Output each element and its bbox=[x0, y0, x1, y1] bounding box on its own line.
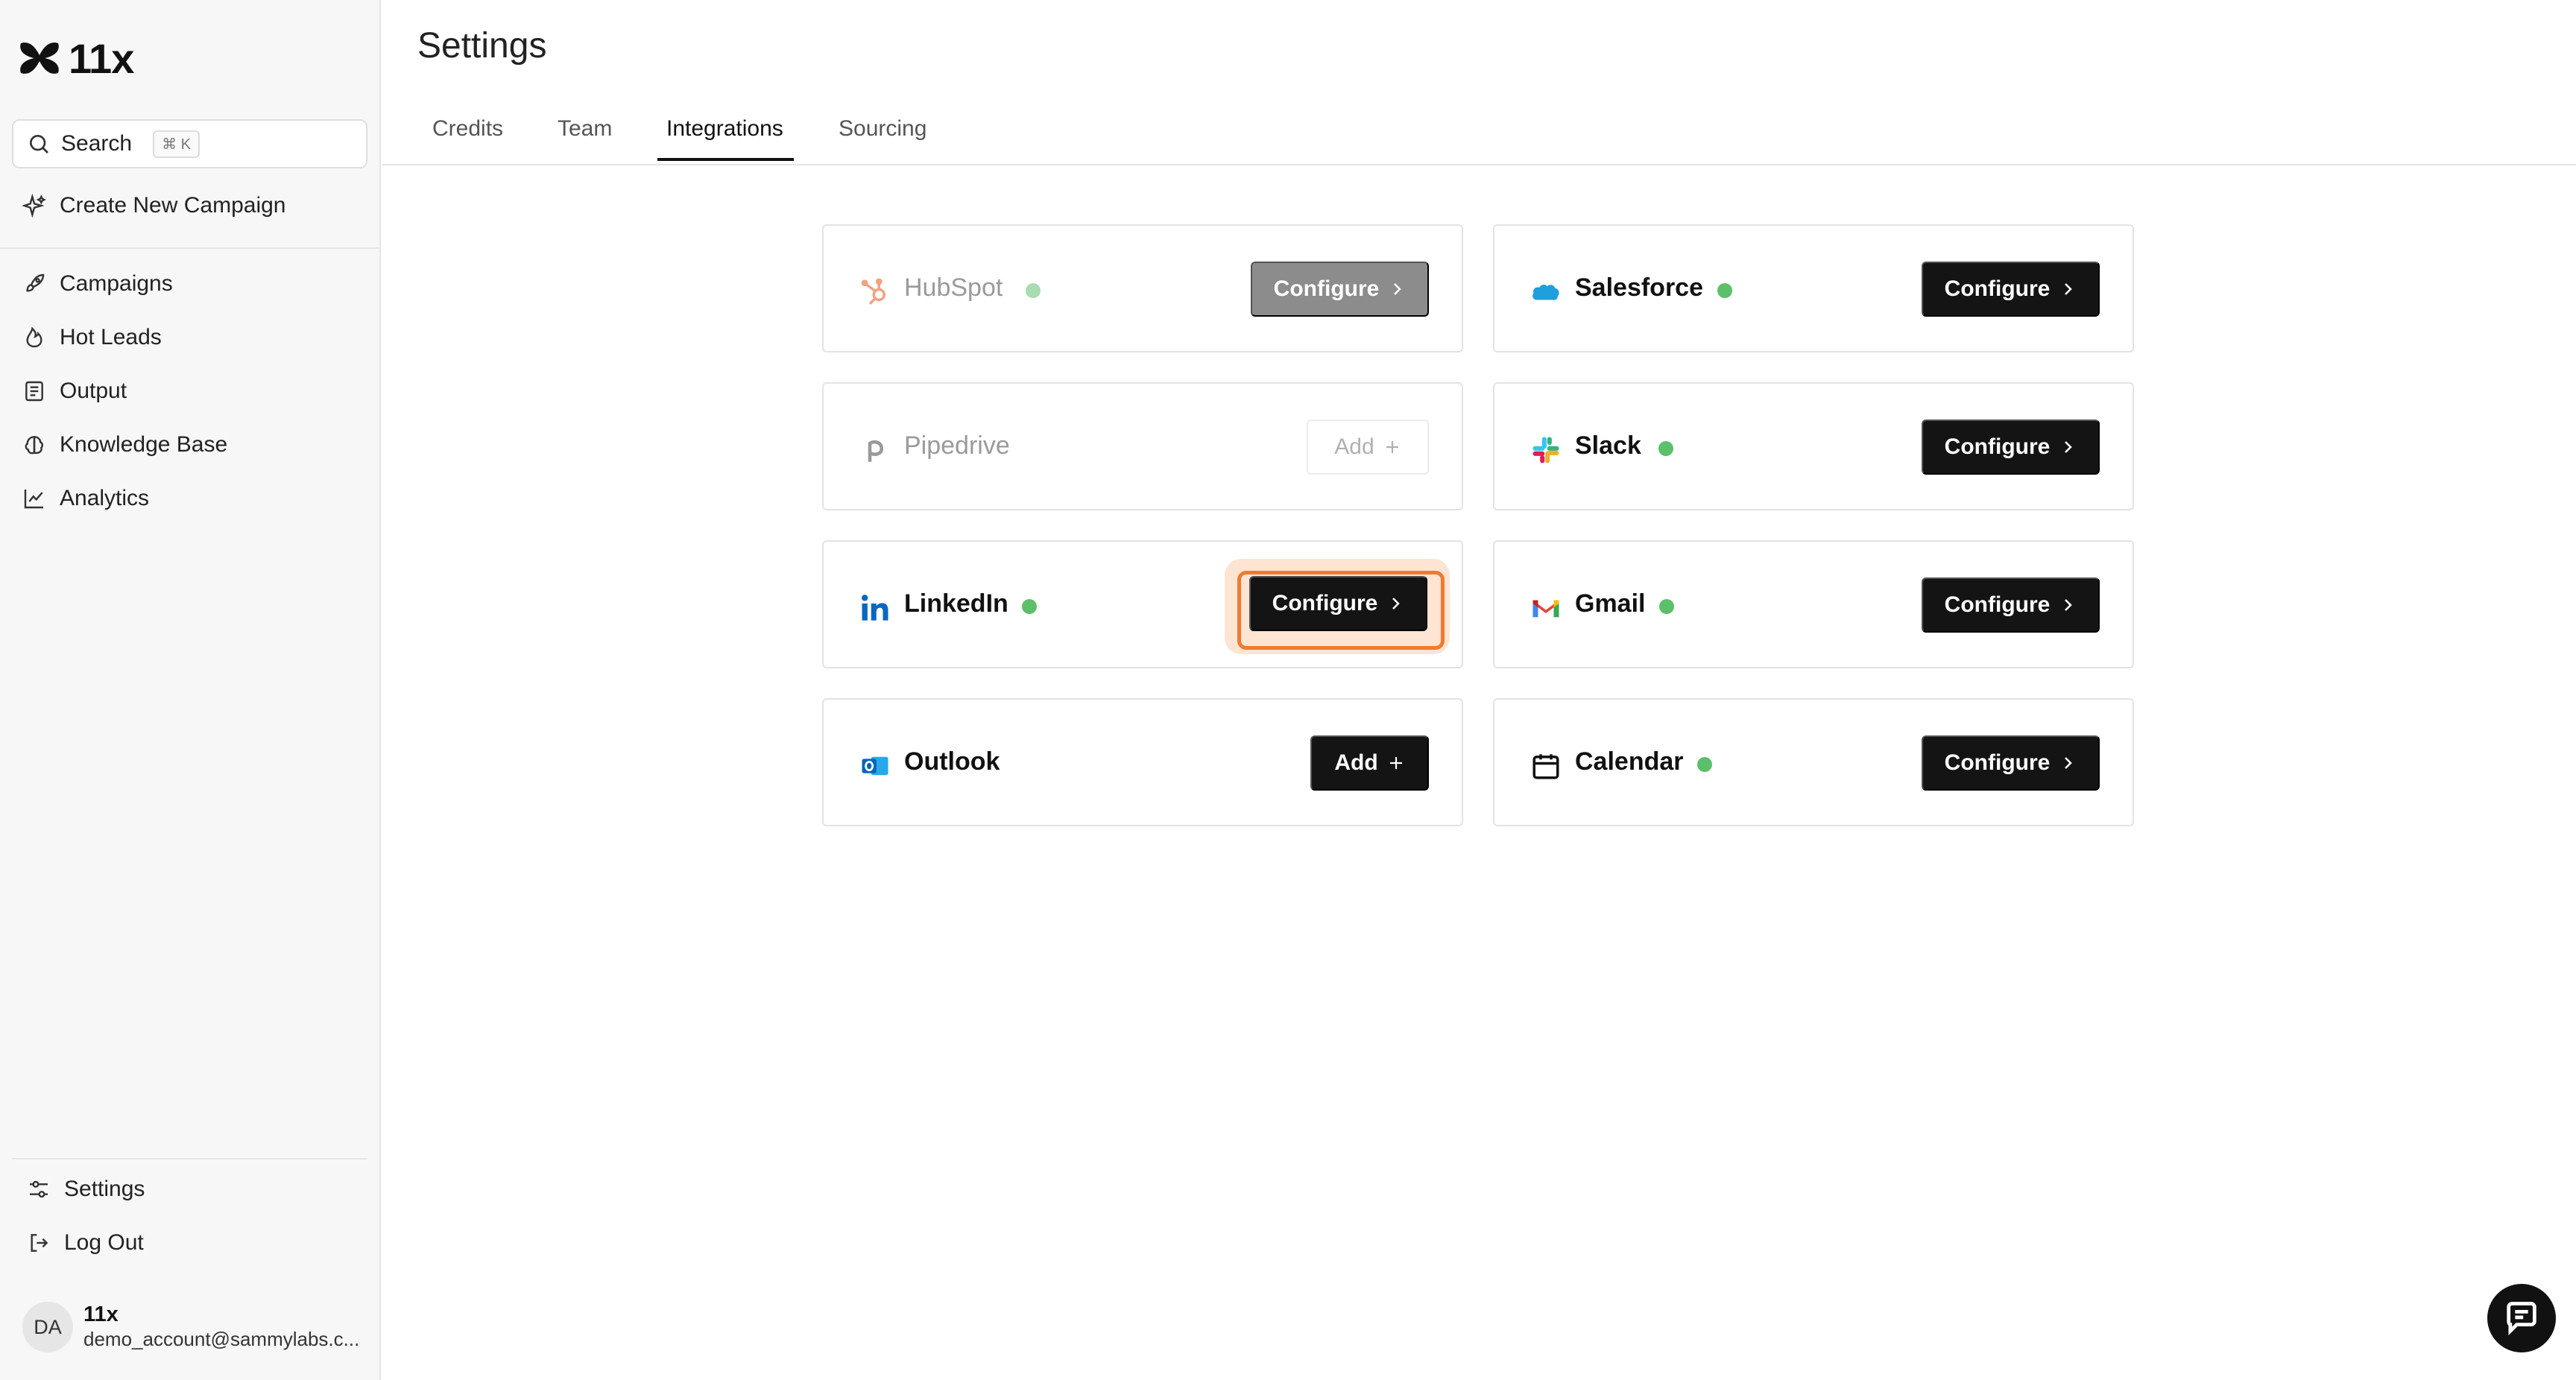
integration-name: Pipedrive bbox=[904, 431, 1010, 460]
integration-card-gmail: Gmail Configure bbox=[1493, 540, 2134, 668]
tab-integrations[interactable]: Integrations bbox=[666, 116, 783, 164]
chat-launcher-button[interactable] bbox=[2487, 1284, 2556, 1352]
status-indicator bbox=[1717, 283, 1732, 298]
sidebar-item-settings[interactable]: Settings bbox=[27, 1171, 145, 1207]
tab-sourcing[interactable]: Sourcing bbox=[839, 116, 926, 164]
gmail-configure-button[interactable]: Configure bbox=[1922, 577, 2100, 633]
outlook-add-button[interactable]: Add bbox=[1310, 735, 1429, 791]
salesforce-configure-button[interactable]: Configure bbox=[1922, 262, 2100, 317]
logout-button[interactable]: Log Out bbox=[27, 1225, 144, 1261]
flame-icon bbox=[26, 326, 42, 348]
chevron-right-icon bbox=[2065, 757, 2073, 769]
button-label: Add bbox=[1334, 750, 1378, 775]
outlook-icon bbox=[859, 750, 891, 782]
chevron-right-icon bbox=[2065, 599, 2073, 611]
sidebar-item-label: Hot Leads bbox=[60, 325, 162, 349]
settings-tabs: Credits Team Integrations Sourcing bbox=[382, 109, 2576, 165]
button-label: Configure bbox=[1272, 591, 1378, 615]
sliders-icon bbox=[30, 1180, 48, 1198]
search-label: Search bbox=[61, 131, 133, 156]
logout-icon bbox=[31, 1234, 48, 1252]
integration-name: Slack bbox=[1575, 431, 1641, 460]
sidebar-item-label: Analytics bbox=[60, 486, 150, 510]
account-email: demo_account@sammylabs.c... bbox=[83, 1328, 359, 1350]
chevron-right-icon bbox=[2065, 441, 2073, 453]
calendar-icon bbox=[1530, 750, 1562, 782]
pipedrive-add-button[interactable]: Add bbox=[1307, 420, 1429, 475]
button-label: Configure bbox=[1273, 276, 1380, 301]
integration-card-pipedrive: Pipedrive Add bbox=[822, 382, 1463, 510]
hubspot-icon bbox=[859, 276, 891, 308]
integration-card-salesforce: Salesforce Configure bbox=[1493, 224, 2134, 352]
chevron-right-icon bbox=[2065, 283, 2073, 295]
sidebar-divider bbox=[12, 1158, 367, 1159]
button-label: Configure bbox=[1944, 750, 2051, 775]
search-shortcut: ⌘ K bbox=[153, 130, 200, 158]
sidebar-divider bbox=[0, 247, 381, 249]
account-name: 11x bbox=[83, 1303, 119, 1326]
status-indicator bbox=[1658, 441, 1673, 456]
plus-icon bbox=[1386, 441, 1398, 453]
chevron-right-icon bbox=[1394, 283, 1402, 295]
status-indicator bbox=[1659, 599, 1674, 614]
linkedin-configure-button[interactable]: Configure bbox=[1249, 576, 1427, 631]
sidebar-item-analytics[interactable]: Analytics bbox=[22, 481, 149, 516]
integration-name: Calendar bbox=[1575, 747, 1684, 776]
status-indicator bbox=[1026, 283, 1041, 298]
integration-name: Salesforce bbox=[1575, 273, 1703, 302]
salesforce-icon bbox=[1530, 276, 1562, 308]
active-tab-indicator bbox=[657, 158, 794, 161]
chat-icon bbox=[2507, 1302, 2536, 1336]
logo-text: 11x bbox=[69, 34, 134, 82]
integration-name: LinkedIn bbox=[904, 589, 1008, 618]
search-input[interactable]: Search ⌘ K bbox=[12, 119, 367, 168]
brain-icon bbox=[25, 436, 43, 455]
button-label: Configure bbox=[1944, 592, 2051, 617]
button-label: Add bbox=[1334, 434, 1374, 459]
sidebar-item-label: Settings bbox=[64, 1177, 145, 1201]
sidebar-item-hot-leads[interactable]: Hot Leads bbox=[22, 320, 162, 355]
logo-mark-icon bbox=[20, 42, 59, 74]
list-icon bbox=[25, 381, 43, 402]
create-campaign-button[interactable]: Create New Campaign bbox=[22, 188, 285, 224]
create-campaign-label: Create New Campaign bbox=[60, 193, 286, 218]
sparkle-icon bbox=[22, 194, 46, 218]
linkedin-icon bbox=[859, 592, 891, 624]
sidebar-item-label: Campaigns bbox=[60, 271, 173, 296]
status-indicator bbox=[1022, 599, 1037, 614]
page-title: Settings bbox=[417, 26, 547, 66]
sidebar-item-output[interactable]: Output bbox=[22, 373, 127, 409]
hubspot-configure-button[interactable]: Configure bbox=[1251, 262, 1429, 317]
slack-configure-button[interactable]: Configure bbox=[1922, 420, 2100, 475]
chart-line-icon bbox=[24, 490, 43, 509]
sidebar-item-knowledge-base[interactable]: Knowledge Base bbox=[22, 427, 227, 463]
integration-card-hubspot: HubSpot Configure bbox=[822, 224, 1463, 352]
integration-card-outlook: Outlook Add bbox=[822, 698, 1463, 826]
integration-card-slack: Slack Configure bbox=[1493, 382, 2134, 510]
button-label: Configure bbox=[1944, 276, 2051, 301]
sidebar-item-label: Knowledge Base bbox=[60, 432, 228, 457]
gmail-icon bbox=[1530, 592, 1562, 624]
search-icon bbox=[27, 132, 51, 156]
tab-team[interactable]: Team bbox=[558, 116, 612, 164]
button-label: Configure bbox=[1944, 434, 2051, 459]
app-logo[interactable]: 11x bbox=[16, 34, 134, 82]
integration-card-calendar: Calendar Configure bbox=[1493, 698, 2134, 826]
slack-icon bbox=[1530, 434, 1562, 466]
integration-name: HubSpot bbox=[904, 273, 1003, 302]
tab-credits[interactable]: Credits bbox=[432, 116, 503, 164]
calendar-configure-button[interactable]: Configure bbox=[1922, 735, 2100, 791]
chevron-right-icon bbox=[1392, 598, 1401, 610]
integration-name: Outlook bbox=[904, 747, 1000, 776]
sidebar: 11x Search ⌘ K Create New Campaign Campa… bbox=[0, 0, 381, 1380]
status-indicator bbox=[1697, 757, 1712, 772]
integration-name: Gmail bbox=[1575, 589, 1646, 618]
sidebar-item-campaigns[interactable]: Campaigns bbox=[22, 266, 173, 302]
pipedrive-icon bbox=[859, 434, 891, 466]
avatar[interactable]: DA bbox=[22, 1302, 73, 1352]
sidebar-item-label: Output bbox=[60, 379, 127, 403]
logout-label: Log Out bbox=[64, 1230, 144, 1255]
plus-icon bbox=[1389, 757, 1402, 769]
rocket-icon bbox=[26, 273, 45, 292]
